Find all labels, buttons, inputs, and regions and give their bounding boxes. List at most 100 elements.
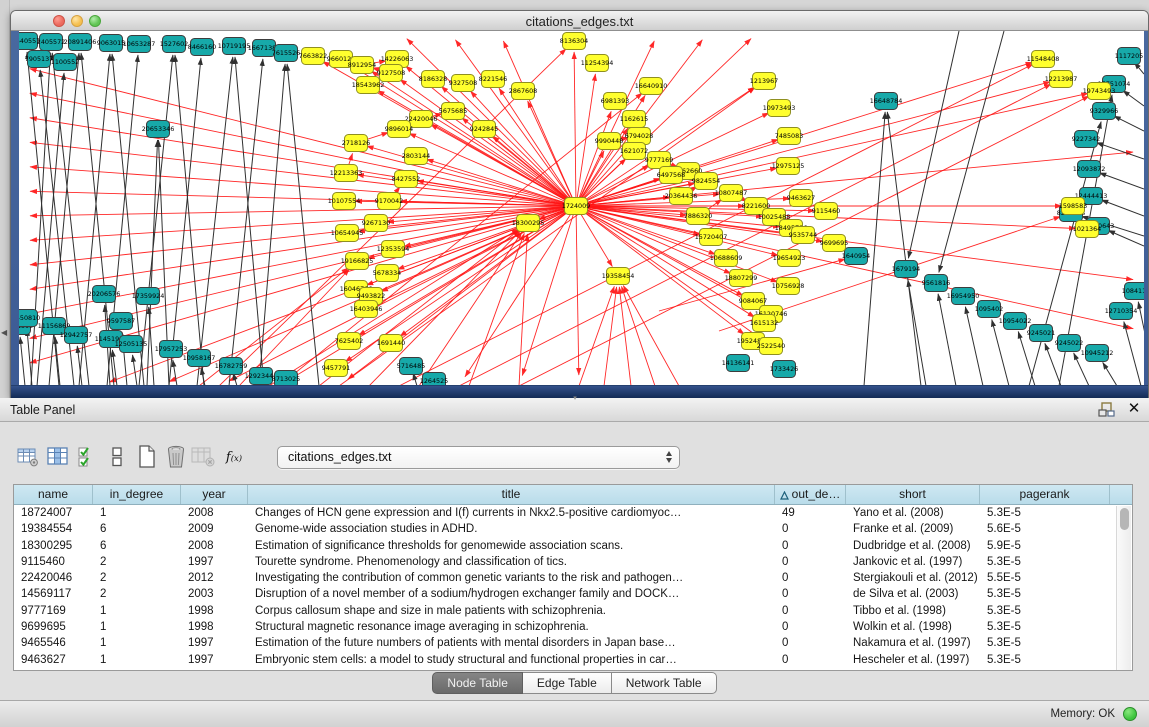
network-node[interactable]: 5716485 (397, 358, 425, 375)
network-node[interactable]: 1598583 (1059, 198, 1087, 215)
network-node[interactable]: 7905137 (25, 51, 53, 68)
network-node[interactable]: 20206576 (88, 286, 121, 303)
network-window-titlebar[interactable]: citations_edges.txt (11, 11, 1148, 31)
network-node[interactable]: 12213987 (1045, 71, 1078, 88)
network-node[interactable]: 12975125 (772, 158, 805, 175)
network-node[interactable]: 6497568 (657, 167, 685, 184)
network-node[interactable]: 12942757 (60, 327, 93, 344)
table-row[interactable]: 1938455462009Genome-wide association stu… (14, 521, 1132, 537)
network-node[interactable]: 7615526 (272, 45, 300, 62)
network-node[interactable]: 16782759 (215, 358, 248, 375)
network-node[interactable]: 1095402 (975, 301, 1003, 318)
table-selector-dropdown[interactable]: citations_edges.txt (277, 446, 680, 469)
network-node[interactable]: 20653346 (142, 121, 175, 138)
network-node[interactable]: 9245021 (1027, 325, 1055, 342)
network-node[interactable]: 10654945 (331, 225, 364, 242)
network-node[interactable]: 1679194 (892, 261, 920, 278)
network-node[interactable]: 1264525 (420, 373, 448, 387)
network-node[interactable]: 1527602 (160, 36, 188, 53)
network-node[interactable]: 9535744 (789, 227, 817, 244)
tab-network-table[interactable]: Network Table (612, 672, 717, 694)
network-node[interactable]: 20891406 (64, 34, 97, 51)
network-node[interactable]: 5675685 (439, 103, 467, 120)
column-chooser-icon[interactable] (45, 444, 71, 470)
network-node[interactable]: 10653287 (123, 36, 156, 53)
network-node[interactable]: 17359924 (132, 288, 165, 305)
column-header-short[interactable]: short (846, 485, 980, 504)
network-node[interactable]: 1615132 (750, 315, 778, 332)
network-node[interactable]: 7625402 (335, 333, 363, 350)
network-node[interactable]: 8221546 (479, 71, 507, 88)
table-row[interactable]: 1456911722003Disruption of a novel membe… (14, 586, 1132, 602)
network-node[interactable]: 20364436 (665, 188, 698, 205)
network-node[interactable]: 9170042 (375, 193, 403, 210)
network-node[interactable]: 9245022 (1055, 335, 1083, 352)
network-node[interactable]: 1733426 (770, 361, 798, 378)
network-node[interactable]: 1162615 (620, 111, 648, 128)
function-builder-icon[interactable]: f(x) (221, 444, 247, 470)
network-node[interactable]: 11548408 (1027, 51, 1060, 68)
network-node[interactable]: 1691440 (377, 335, 405, 352)
network-node[interactable]: 2803144 (402, 148, 430, 165)
network-node[interactable]: 1084113 (1122, 283, 1144, 300)
network-node[interactable]: 9699695 (820, 235, 848, 252)
network-node[interactable]: 9777169 (645, 152, 673, 169)
network-node[interactable]: 10756928 (772, 278, 805, 295)
network-node[interactable]: 1021364 (1073, 221, 1101, 238)
network-node[interactable]: 9327508 (449, 75, 477, 92)
network-node[interactable]: 1640954 (842, 248, 870, 265)
network-node[interactable]: 16403946 (350, 301, 383, 318)
network-node[interactable]: 10973493 (763, 100, 796, 117)
network-canvas[interactable]: 1540557240557220891406906301510653287152… (19, 31, 1144, 386)
network-node[interactable]: 10958167 (183, 350, 216, 367)
network-node[interactable]: 9597587 (107, 313, 135, 330)
network-node[interactable]: 9063015 (97, 35, 125, 52)
select-columns-icon[interactable] (75, 444, 101, 470)
network-node[interactable]: 6794028 (625, 128, 653, 145)
network-node[interactable]: 7886320 (684, 208, 712, 225)
network-node[interactable]: 15720407 (695, 229, 728, 246)
network-node[interactable]: 8912954 (348, 57, 376, 74)
delete-column-icon[interactable] (163, 444, 189, 470)
network-node[interactable]: 19166825 (341, 253, 374, 270)
network-node[interactable]: 9561816 (922, 275, 950, 292)
network-node[interactable]: 12213363 (330, 165, 363, 182)
network-node[interactable]: 18807299 (725, 270, 758, 287)
network-node[interactable]: 16640910 (635, 78, 668, 95)
table-row[interactable]: 1830029562008Estimation of significance … (14, 538, 1132, 554)
network-node[interactable]: 10807487 (715, 185, 748, 202)
table-options-icon[interactable] (15, 444, 41, 470)
float-panel-icon[interactable] (1098, 402, 1116, 418)
network-node[interactable]: 8136304 (560, 33, 588, 50)
network-node[interactable]: 2405572 (37, 34, 65, 51)
network-node[interactable]: 9227342 (1072, 131, 1100, 148)
delete-table-icon[interactable] (190, 444, 216, 470)
column-header-name[interactable]: name (14, 485, 93, 504)
network-node[interactable]: 5678334 (373, 265, 401, 282)
network-node[interactable]: 12353594 (377, 241, 410, 258)
network-node[interactable]: 9463627 (787, 190, 815, 207)
network-node[interactable]: 8713025 (272, 371, 300, 387)
network-node[interactable]: 1100552 (51, 54, 79, 71)
table-row[interactable]: 911546021997Tourette syndrome. Phenomeno… (14, 554, 1132, 570)
network-node[interactable]: 12505135 (115, 336, 148, 353)
network-node[interactable]: 16954950 (947, 288, 980, 305)
network-node[interactable]: 1117205 (1115, 48, 1143, 65)
network-node[interactable]: 10954022 (999, 313, 1032, 330)
table-row[interactable]: 2242004622012Investigating the contribut… (14, 570, 1132, 586)
network-node[interactable]: 8466160 (188, 39, 216, 56)
network-node[interactable]: 16648784 (870, 93, 903, 110)
column-header-in_degree[interactable]: in_degree (93, 485, 181, 504)
network-node[interactable]: 19358454 (602, 268, 635, 285)
scrollbar-thumb[interactable] (1120, 508, 1129, 530)
tab-node-table[interactable]: Node Table (432, 672, 523, 694)
column-header-year[interactable]: year (181, 485, 248, 504)
table-row[interactable]: 1872400712008Changes of HCN gene express… (14, 505, 1132, 521)
network-node[interactable]: 1213967 (750, 73, 778, 90)
network-node[interactable]: 10688609 (710, 250, 743, 267)
network-node[interactable]: 10107554 (328, 193, 361, 210)
network-node[interactable]: 9329966 (1090, 103, 1118, 120)
network-node[interactable]: 19654923 (773, 250, 806, 267)
network-node[interactable]: 14136141 (722, 355, 755, 372)
network-node[interactable]: 2867608 (509, 83, 537, 100)
